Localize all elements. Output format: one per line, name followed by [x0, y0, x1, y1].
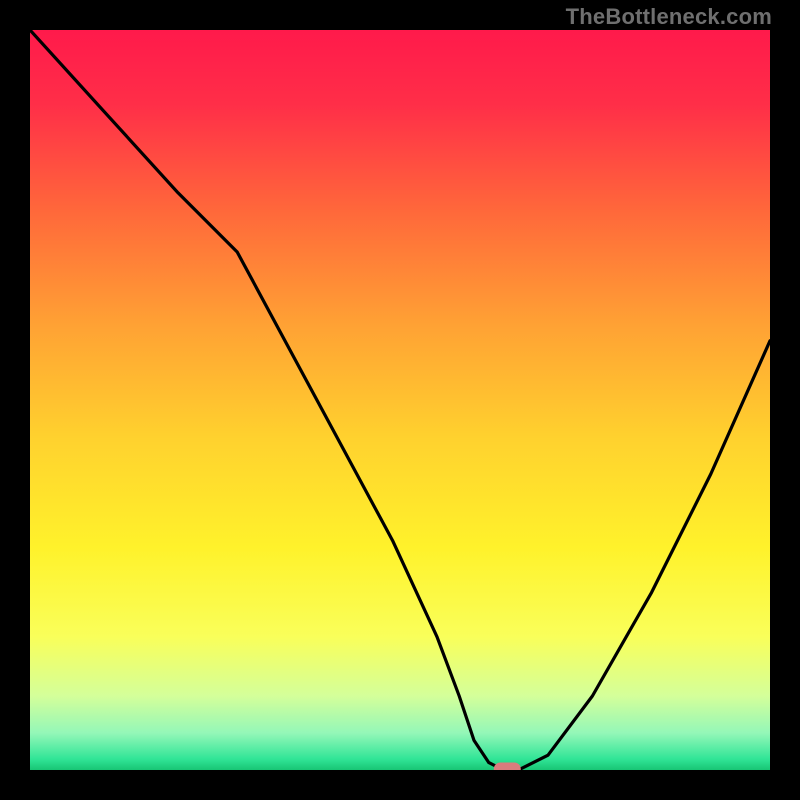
- watermark-text: TheBottleneck.com: [566, 4, 772, 30]
- bottleneck-chart: [30, 30, 770, 770]
- chart-frame: TheBottleneck.com: [0, 0, 800, 800]
- gradient-backdrop: [30, 30, 770, 770]
- optimum-marker: [494, 763, 520, 770]
